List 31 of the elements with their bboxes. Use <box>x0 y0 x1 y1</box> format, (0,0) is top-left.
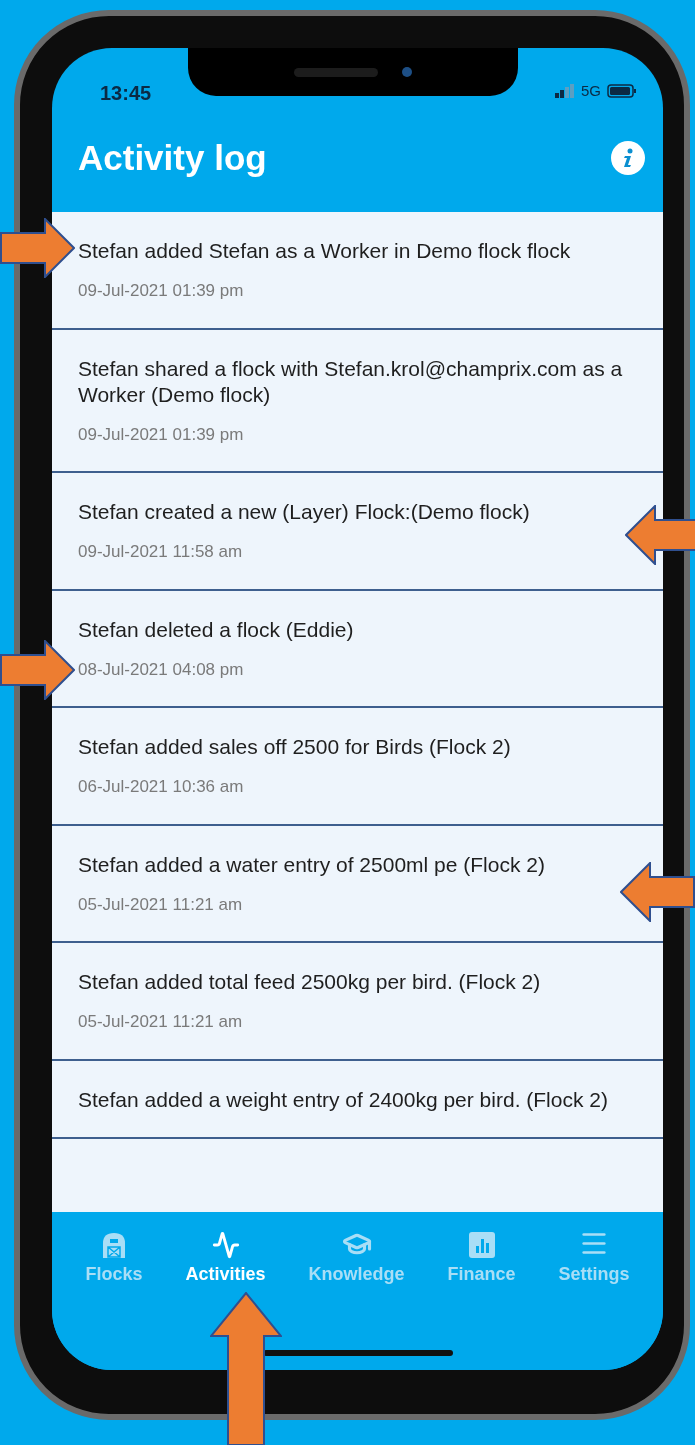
activity-text: Stefan shared a flock with Stefan.krol@champrix.com as a Worker (Demo flock) <box>78 355 624 408</box>
activity-date: 09-Jul-2021 11:58 am <box>78 541 244 563</box>
activity-date: 05-Jul-2021 11:21 am <box>78 1011 244 1033</box>
status-time: 13:45 <box>100 81 152 106</box>
activity-text: Stefan added a weight entry of 2400kg per bird. (Flock 2) <box>78 1086 609 1113</box>
activity-text: Stefan added Stefan as a Worker in Demo flock flock <box>78 238 572 264</box>
tab-item[interactable]: Knowledge <box>306 1228 407 1288</box>
activity-text: Stefan added total feed 2500kg per bird. (Flock 2) <box>78 969 542 995</box>
info-icon <box>622 148 634 168</box>
info-button[interactable] <box>611 141 645 175</box>
tab-item[interactable]: Activities <box>183 1228 268 1288</box>
signal-icon <box>554 84 575 99</box>
network-label: 5G <box>580 81 601 101</box>
activity-date: 08-Jul-2021 04:08 pm <box>78 658 245 681</box>
activity-date: 05-Jul-2021 11:21 am <box>78 893 244 916</box>
tab-item[interactable]: Finance <box>445 1228 518 1288</box>
activity-text: Stefan deleted a flock (Eddie) <box>78 616 355 643</box>
activity-date: 09-Jul-2021 01:39 pm <box>78 280 245 302</box>
activity-text: Stefan added sales off 2500 for Birds (Flock 2) <box>78 734 512 760</box>
activity-text: Stefan added a water entry of 2500ml pe (Flock 2) <box>78 851 546 878</box>
battery-icon <box>607 84 637 99</box>
callout-arrow <box>625 505 695 565</box>
tab-item[interactable]: Flocks <box>83 1228 145 1288</box>
pulse-icon <box>211 1231 240 1259</box>
barn-icon <box>101 1231 127 1259</box>
activity-text: Stefan created a new (Layer) Flock:(Demo flock) <box>78 499 531 525</box>
bar-chart-icon <box>467 1231 496 1259</box>
activity-date: 09-Jul-2021 01:39 pm <box>78 423 245 446</box>
page-title: Activity log <box>78 136 267 179</box>
activity-date: 06-Jul-2021 10:36 am <box>78 776 245 798</box>
tab-item[interactable]: Settings <box>556 1228 632 1288</box>
